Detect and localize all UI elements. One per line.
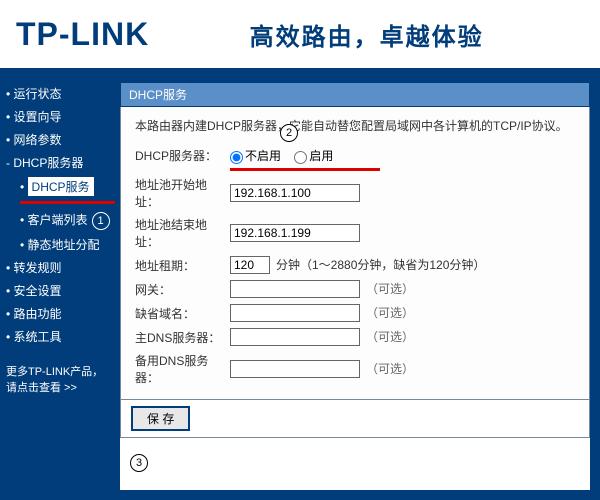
sidebar: 运行状态 设置向导 网络参数 DHCP服务器 DHCP服务 客户端列表1 静态地…: [0, 72, 120, 500]
start-input[interactable]: [230, 184, 360, 202]
sidebar-item-status[interactable]: 运行状态: [6, 82, 114, 105]
save-button[interactable]: 保 存: [131, 406, 190, 431]
panel-desc: 本路由器内建DHCP服务器，它能自动替您配置局域网中各计算机的TCP/IP协议。: [135, 117, 575, 136]
label-lease: 地址租期：: [135, 257, 230, 274]
highlight-line: [20, 201, 115, 204]
highlight-line-2: [230, 168, 380, 171]
opt-3: （可选）: [366, 330, 414, 344]
sidebar-item-static-addr[interactable]: 静态地址分配: [20, 233, 114, 256]
annotation-1: 1: [92, 212, 110, 230]
sidebar-item-system[interactable]: 系统工具: [6, 325, 114, 348]
gateway-input[interactable]: [230, 280, 360, 298]
sidebar-item-client-list[interactable]: 客户端列表1: [20, 208, 114, 233]
header: TP-LINK 高效路由，卓越体验: [0, 0, 600, 72]
sidebar-footer[interactable]: 更多TP-LINK产品，请点击查看 >>: [6, 364, 114, 397]
slogan: 高效路由，卓越体验: [149, 17, 584, 52]
radio-disable[interactable]: 不启用: [230, 149, 281, 163]
label-end: 地址池结束地址：: [135, 216, 230, 250]
sidebar-item-wizard[interactable]: 设置向导: [6, 105, 114, 128]
label-dns1: 主DNS服务器：: [135, 329, 230, 346]
label-dns2: 备用DNS服务器：: [135, 352, 230, 386]
content-area: DHCP服务 本路由器内建DHCP服务器，它能自动替您配置局域网中各计算机的TC…: [120, 82, 590, 490]
dhcp-radio-group: 不启用 启用: [230, 147, 343, 164]
annotation-2: 2: [280, 124, 298, 142]
panel-title: DHCP服务: [120, 82, 590, 107]
label-domain: 缺省域名：: [135, 305, 230, 322]
sidebar-item-forwarding[interactable]: 转发规则: [6, 256, 114, 279]
sidebar-item-routing[interactable]: 路由功能: [6, 302, 114, 325]
sidebar-item-dhcp-service[interactable]: DHCP服务: [20, 174, 114, 199]
domain-input[interactable]: [230, 304, 360, 322]
opt-2: （可选）: [366, 306, 414, 320]
dns1-input[interactable]: [230, 328, 360, 346]
lease-hint: 分钟（1～2880分钟，缺省为120分钟）: [276, 258, 485, 272]
opt-4: （可选）: [366, 362, 414, 376]
lease-input[interactable]: [230, 256, 270, 274]
end-input[interactable]: [230, 224, 360, 242]
opt-1: （可选）: [366, 282, 414, 296]
label-gateway: 网关：: [135, 281, 230, 298]
label-start: 地址池开始地址：: [135, 176, 230, 210]
sidebar-item-dhcp-server[interactable]: DHCP服务器: [6, 151, 114, 174]
radio-enable[interactable]: 启用: [294, 149, 333, 163]
dns2-input[interactable]: [230, 360, 360, 378]
sidebar-item-network[interactable]: 网络参数: [6, 128, 114, 151]
logo: TP-LINK: [16, 16, 149, 53]
sidebar-item-security[interactable]: 安全设置: [6, 279, 114, 302]
label-server: DHCP服务器：: [135, 147, 230, 164]
annotation-3: 3: [130, 454, 148, 472]
